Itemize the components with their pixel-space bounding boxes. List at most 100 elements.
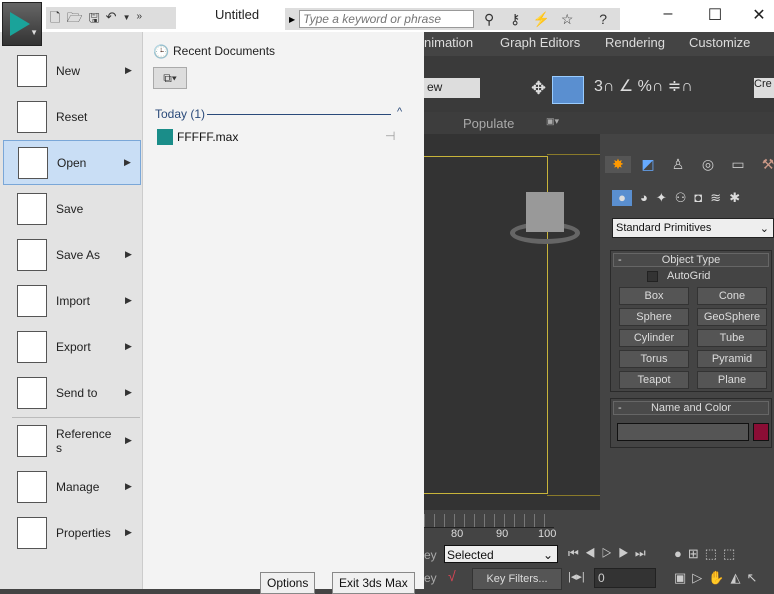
time-ruler[interactable] (424, 514, 554, 528)
menu-item-open[interactable]: Open ▶ (3, 140, 141, 185)
maximize-button[interactable]: ☐ (700, 5, 730, 25)
object-name-input[interactable] (617, 423, 749, 441)
menu-item-export[interactable]: Export ▶ (3, 324, 141, 369)
reference-coord-dropdown[interactable]: ew (424, 78, 480, 98)
menu-bar: nimation Graph Editors Rendering Customi… (424, 32, 774, 56)
create-torus-button[interactable]: Torus (619, 350, 689, 368)
save-as-icon (17, 238, 47, 271)
rollout-header[interactable]: - Object Type (613, 253, 769, 267)
search-input[interactable] (299, 10, 475, 28)
viewport-nav-controls-2[interactable]: ▣▷✋◭↖ (674, 570, 763, 586)
create-tab-icon[interactable]: ✸ (605, 156, 631, 173)
menu-item-new[interactable]: New ▶ (3, 48, 141, 93)
pin-icon[interactable]: ⊣ (385, 129, 395, 143)
satellite-icon[interactable]: ⚡ (530, 11, 552, 28)
motion-tab-icon[interactable]: ◎ (695, 156, 721, 173)
lights-icon[interactable]: ✦ (656, 190, 667, 206)
menu-item-label: Send to (56, 385, 98, 400)
spacewarps-icon[interactable]: ≋ (710, 190, 721, 206)
options-button[interactable]: Options (260, 572, 316, 594)
current-frame-spinner[interactable]: 0 (594, 568, 656, 588)
create-cylinder-button[interactable]: Cylinder (619, 329, 689, 347)
autogrid-checkbox[interactable] (647, 271, 658, 282)
star-icon[interactable]: ☆ (556, 11, 578, 28)
key-mode-dropdown[interactable]: Selected ⌄ (444, 545, 558, 563)
ribbon-tab-populate[interactable]: Populate (463, 116, 514, 131)
minimize-button[interactable]: – (653, 5, 683, 23)
named-selection-input[interactable]: Cre (754, 78, 774, 98)
close-button[interactable]: ✕ (744, 5, 774, 25)
key-mode-toggle-icon[interactable]: |◂▸| (568, 570, 585, 583)
rollout-title: Object Type (661, 254, 721, 266)
create-box-button[interactable]: Box (619, 287, 689, 305)
menu-animation[interactable]: nimation (424, 35, 473, 50)
menu-graph-editors[interactable]: Graph Editors (500, 35, 580, 50)
recent-group-header[interactable]: Today (1) (155, 107, 205, 121)
application-button[interactable]: ▼ (2, 2, 42, 46)
shapes-icon[interactable]: ◕ (640, 190, 648, 206)
exit-button[interactable]: Exit 3ds Max (332, 572, 415, 594)
menu-item-properties[interactable]: Properties ▶ (3, 510, 141, 555)
key-filters-button[interactable]: Key Filters... (472, 568, 562, 590)
create-sphere-button[interactable]: Sphere (619, 308, 689, 326)
pivot-icon[interactable]: ✥ (531, 78, 546, 99)
viewcube-icon[interactable] (526, 192, 564, 232)
systems-icon[interactable]: ✱ (729, 190, 740, 206)
recent-documents-pane: 🕒 Recent Documents ⧉▾ Today (1) ^ FFFFF.… (143, 32, 424, 594)
helpers-icon[interactable]: ◘ (694, 190, 702, 206)
create-tube-button[interactable]: Tube (697, 329, 767, 347)
chevron-down-icon: ▼ (30, 28, 38, 37)
more-icon[interactable]: » (136, 9, 142, 27)
infocenter: ▶ ⚲⚷⚡☆? (285, 8, 620, 30)
expand-arrow-icon[interactable]: ▶ (289, 15, 295, 24)
select-and-place-button[interactable] (552, 76, 584, 104)
open-folder-icon (18, 146, 48, 179)
dropdown-icon[interactable]: ▼ (123, 9, 131, 27)
menu-item-save-as[interactable]: Save As ▶ (3, 232, 141, 277)
recent-file-item[interactable]: FFFFF.max (177, 130, 238, 144)
help-icon[interactable]: ? (592, 11, 614, 27)
viewport-nav-controls[interactable]: ●⊞⬚⬚ (674, 546, 741, 562)
menu-item-reference-s[interactable]: Reference s ▶ (3, 418, 141, 463)
menu-item-send-to[interactable]: Send to ▶ (3, 370, 141, 415)
open-folder-icon[interactable]: 🗁 (66, 9, 82, 27)
new-file-icon[interactable]: 🗋 (50, 9, 60, 27)
save-icon[interactable]: 🖫 (89, 9, 100, 27)
curve-editor-icon[interactable]: √ (448, 568, 456, 584)
ribbon-options-icon[interactable]: ▣▾ (546, 116, 559, 127)
object-color-swatch[interactable] (753, 423, 769, 441)
menu-item-manage[interactable]: Manage ▶ (3, 464, 141, 509)
auto-key-label[interactable]: ey (424, 571, 437, 585)
geometry-icon[interactable]: ● (612, 190, 632, 206)
menu-item-import[interactable]: Import ▶ (3, 278, 141, 323)
create-geosphere-button[interactable]: GeoSphere (697, 308, 767, 326)
create-cone-button[interactable]: Cone (697, 287, 767, 305)
object-category-dropdown[interactable]: Standard Primitives ⌄ (612, 218, 774, 238)
key-icon[interactable]: ⚷ (504, 11, 526, 28)
binoculars-icon[interactable]: ⚲ (478, 11, 500, 28)
menu-item-label: Reference s (56, 426, 112, 455)
set-key-label[interactable]: ey (424, 548, 437, 562)
create-plane-button[interactable]: Plane (697, 371, 767, 389)
menu-customize[interactable]: Customize (689, 35, 750, 50)
quick-access-toolbar: 🗋 🗁 🖫 ↶ ▼ » (46, 7, 176, 29)
cameras-icon[interactable]: ⚇ (675, 190, 687, 206)
create-pyramid-button[interactable]: Pyramid (697, 350, 767, 368)
display-options-dropdown[interactable]: ⧉▾ (153, 67, 187, 89)
modify-tab-icon[interactable]: ◩ (635, 156, 661, 173)
submenu-arrow-icon: ▶ (125, 527, 132, 537)
menu-rendering[interactable]: Rendering (605, 35, 665, 50)
recent-documents-icon: 🕒 (153, 44, 170, 59)
utilities-tab-icon[interactable]: ⚒ (755, 156, 774, 173)
create-teapot-button[interactable]: Teapot (619, 371, 689, 389)
rollout-header[interactable]: - Name and Color (613, 401, 769, 415)
collapse-icon[interactable]: ^ (397, 106, 402, 118)
menu-item-reset[interactable]: Reset (3, 94, 141, 139)
hierarchy-tab-icon[interactable]: ♙ (665, 156, 691, 173)
menu-item-save[interactable]: Save (3, 186, 141, 231)
playback-controls[interactable]: ⏮◀▷▶⏭ (568, 546, 652, 561)
display-tab-icon[interactable]: ▭ (725, 156, 751, 173)
snap-icons[interactable]: 3∩ ∠ %∩ ≑∩ (594, 76, 693, 96)
undo-icon[interactable]: ↶ (106, 9, 117, 27)
viewport[interactable] (424, 134, 600, 510)
